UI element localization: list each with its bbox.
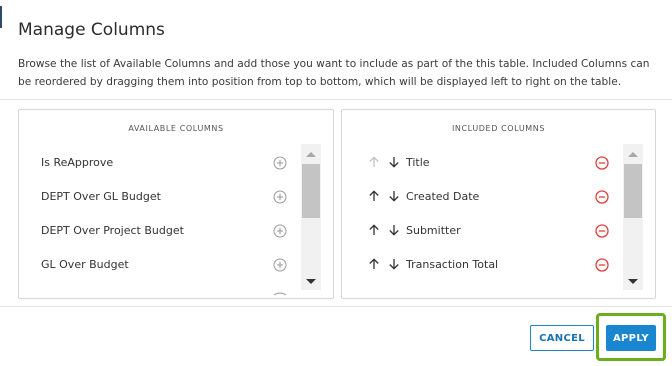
- arrow-down-icon[interactable]: [388, 258, 400, 273]
- dialog-title: Manage Columns: [18, 20, 165, 40]
- apply-button[interactable]: APPLY: [606, 325, 656, 351]
- list-item[interactable]: Transaction Total: [342, 246, 621, 280]
- scroll-down-arrow-icon[interactable]: [301, 274, 321, 288]
- footer-divider: [0, 306, 672, 307]
- available-columns-header: AVAILABLE COLUMNS: [128, 124, 224, 133]
- window-edge: [0, 6, 2, 28]
- arrow-down-icon[interactable]: [388, 224, 400, 239]
- available-scrollbar[interactable]: [301, 144, 321, 290]
- add-column-icon: [273, 286, 287, 298]
- add-column-icon[interactable]: [273, 190, 287, 207]
- column-label: Transaction Total: [406, 258, 499, 271]
- remove-column-icon[interactable]: [595, 224, 609, 241]
- column-label: DEPT Over GL Budget: [41, 190, 161, 203]
- list-item[interactable]: DEPT Over Project Budget: [19, 212, 299, 246]
- included-scrollbar[interactable]: [623, 144, 643, 290]
- arrow-up-icon: [368, 156, 380, 171]
- scroll-down-arrow-icon[interactable]: [623, 274, 643, 288]
- list-item-partial: [19, 280, 299, 296]
- included-columns-header: INCLUDED COLUMNS: [451, 124, 546, 133]
- manage-columns-dialog: Manage Columns Browse the list of Availa…: [0, 0, 672, 366]
- column-label: Title: [406, 156, 430, 169]
- header-divider: [0, 99, 672, 100]
- list-item[interactable]: Title: [342, 144, 621, 178]
- scroll-up-arrow-icon[interactable]: [623, 146, 643, 160]
- column-label: Created Date: [406, 190, 480, 203]
- column-label: GL Over Budget: [41, 258, 129, 271]
- column-label: DEPT Over Project Budget: [41, 224, 184, 237]
- included-columns-list: Title Created Date Submitter Transaction…: [342, 144, 621, 298]
- list-item[interactable]: GL Over Budget: [19, 246, 299, 280]
- available-columns-list: Is ReApprove DEPT Over GL Budget DEPT Ov…: [19, 144, 299, 298]
- included-columns-panel: INCLUDED COLUMNS Title Created Date Subm…: [341, 109, 656, 299]
- arrow-up-icon[interactable]: [368, 258, 380, 273]
- scroll-thumb[interactable]: [302, 164, 320, 218]
- add-column-icon[interactable]: [273, 224, 287, 241]
- dialog-description: Browse the list of Available Columns and…: [18, 58, 650, 88]
- arrow-down-icon[interactable]: [388, 190, 400, 205]
- column-label: Is ReApprove: [41, 156, 114, 169]
- remove-column-icon[interactable]: [595, 156, 609, 173]
- list-item[interactable]: Created Date: [342, 178, 621, 212]
- arrow-up-icon[interactable]: [368, 190, 380, 205]
- list-item[interactable]: Submitter: [342, 212, 621, 246]
- add-column-icon[interactable]: [273, 258, 287, 275]
- cancel-button[interactable]: CANCEL: [530, 325, 594, 351]
- arrow-down-icon[interactable]: [388, 156, 400, 171]
- list-item[interactable]: DEPT Over GL Budget: [19, 178, 299, 212]
- scroll-up-arrow-icon[interactable]: [301, 146, 321, 160]
- column-label: Submitter: [406, 224, 461, 237]
- available-columns-panel: AVAILABLE COLUMNS Is ReApprove DEPT Over…: [18, 109, 334, 299]
- arrow-up-icon[interactable]: [368, 224, 380, 239]
- remove-column-icon[interactable]: [595, 190, 609, 207]
- list-item[interactable]: Is ReApprove: [19, 144, 299, 178]
- remove-column-icon[interactable]: [595, 258, 609, 275]
- add-column-icon[interactable]: [273, 156, 287, 173]
- scroll-thumb[interactable]: [624, 164, 642, 218]
